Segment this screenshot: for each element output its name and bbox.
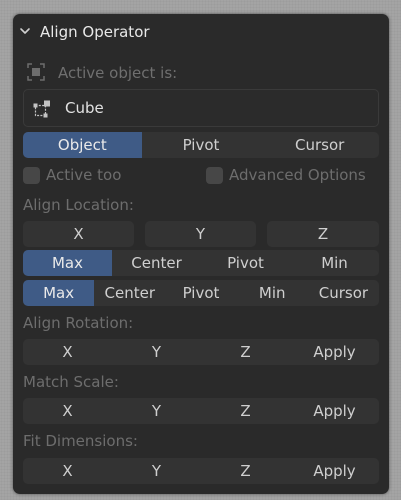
target-mode-center[interactable]: Center — [94, 280, 165, 306]
object-origin-icon — [27, 63, 45, 81]
chevron-down-icon[interactable] — [19, 25, 31, 37]
fit-dimensions-row: X Y Z Apply — [23, 458, 379, 484]
fit-dimensions-label: Fit Dimensions: — [23, 432, 138, 450]
mesh-object-icon — [33, 100, 50, 118]
target-mode-pivot[interactable]: Pivot — [165, 280, 236, 306]
active-object-field[interactable]: Cube — [23, 89, 379, 127]
location-target-modes: Max Center Pivot Min Cursor — [23, 280, 379, 306]
source-mode-pivot[interactable]: Pivot — [201, 250, 290, 276]
source-mode-min[interactable]: Min — [290, 250, 379, 276]
advanced-options-label: Advanced Options — [229, 166, 366, 184]
active-too-label: Active too — [46, 166, 122, 184]
target-mode-min[interactable]: Min — [237, 280, 308, 306]
dimensions-z-button[interactable]: Z — [201, 458, 290, 484]
align-rotation-label: Align Rotation: — [23, 314, 134, 332]
rotation-y-button[interactable]: Y — [112, 339, 201, 365]
rotation-z-button[interactable]: Z — [201, 339, 290, 365]
tab-cursor[interactable]: Cursor — [260, 132, 379, 158]
advanced-options-checkbox[interactable] — [206, 167, 223, 184]
location-y-button[interactable]: Y — [145, 221, 256, 247]
match-scale-label: Match Scale: — [23, 373, 119, 391]
panel-title[interactable]: Align Operator — [40, 23, 150, 41]
active-object-value: Cube — [65, 99, 104, 117]
location-source-modes: Max Center Pivot Min — [23, 250, 379, 276]
tab-object[interactable]: Object — [23, 132, 142, 158]
location-z-button[interactable]: Z — [267, 221, 379, 247]
scale-apply-button[interactable]: Apply — [290, 398, 379, 424]
tab-pivot[interactable]: Pivot — [142, 132, 261, 158]
dimensions-apply-button[interactable]: Apply — [290, 458, 379, 484]
rotation-x-button[interactable]: X — [23, 339, 112, 365]
align-operator-panel: Align Operator Active object is: Cube Ob… — [13, 14, 389, 494]
align-rotation-row: X Y Z Apply — [23, 339, 379, 365]
dimensions-y-button[interactable]: Y — [112, 458, 201, 484]
active-object-label: Active object is: — [58, 64, 178, 82]
align-location-label: Align Location: — [23, 196, 134, 214]
source-mode-max[interactable]: Max — [23, 250, 112, 276]
target-mode-cursor[interactable]: Cursor — [308, 280, 379, 306]
target-mode-max[interactable]: Max — [23, 280, 95, 306]
rotation-apply-button[interactable]: Apply — [290, 339, 379, 365]
dimensions-x-button[interactable]: X — [23, 458, 112, 484]
scale-z-button[interactable]: Z — [201, 398, 290, 424]
target-tabs: Object Pivot Cursor — [23, 132, 379, 158]
active-too-checkbox[interactable] — [23, 167, 40, 184]
scale-x-button[interactable]: X — [23, 398, 112, 424]
scale-y-button[interactable]: Y — [112, 398, 201, 424]
source-mode-center[interactable]: Center — [112, 250, 201, 276]
match-scale-row: X Y Z Apply — [23, 398, 379, 424]
location-x-button[interactable]: X — [23, 221, 134, 247]
